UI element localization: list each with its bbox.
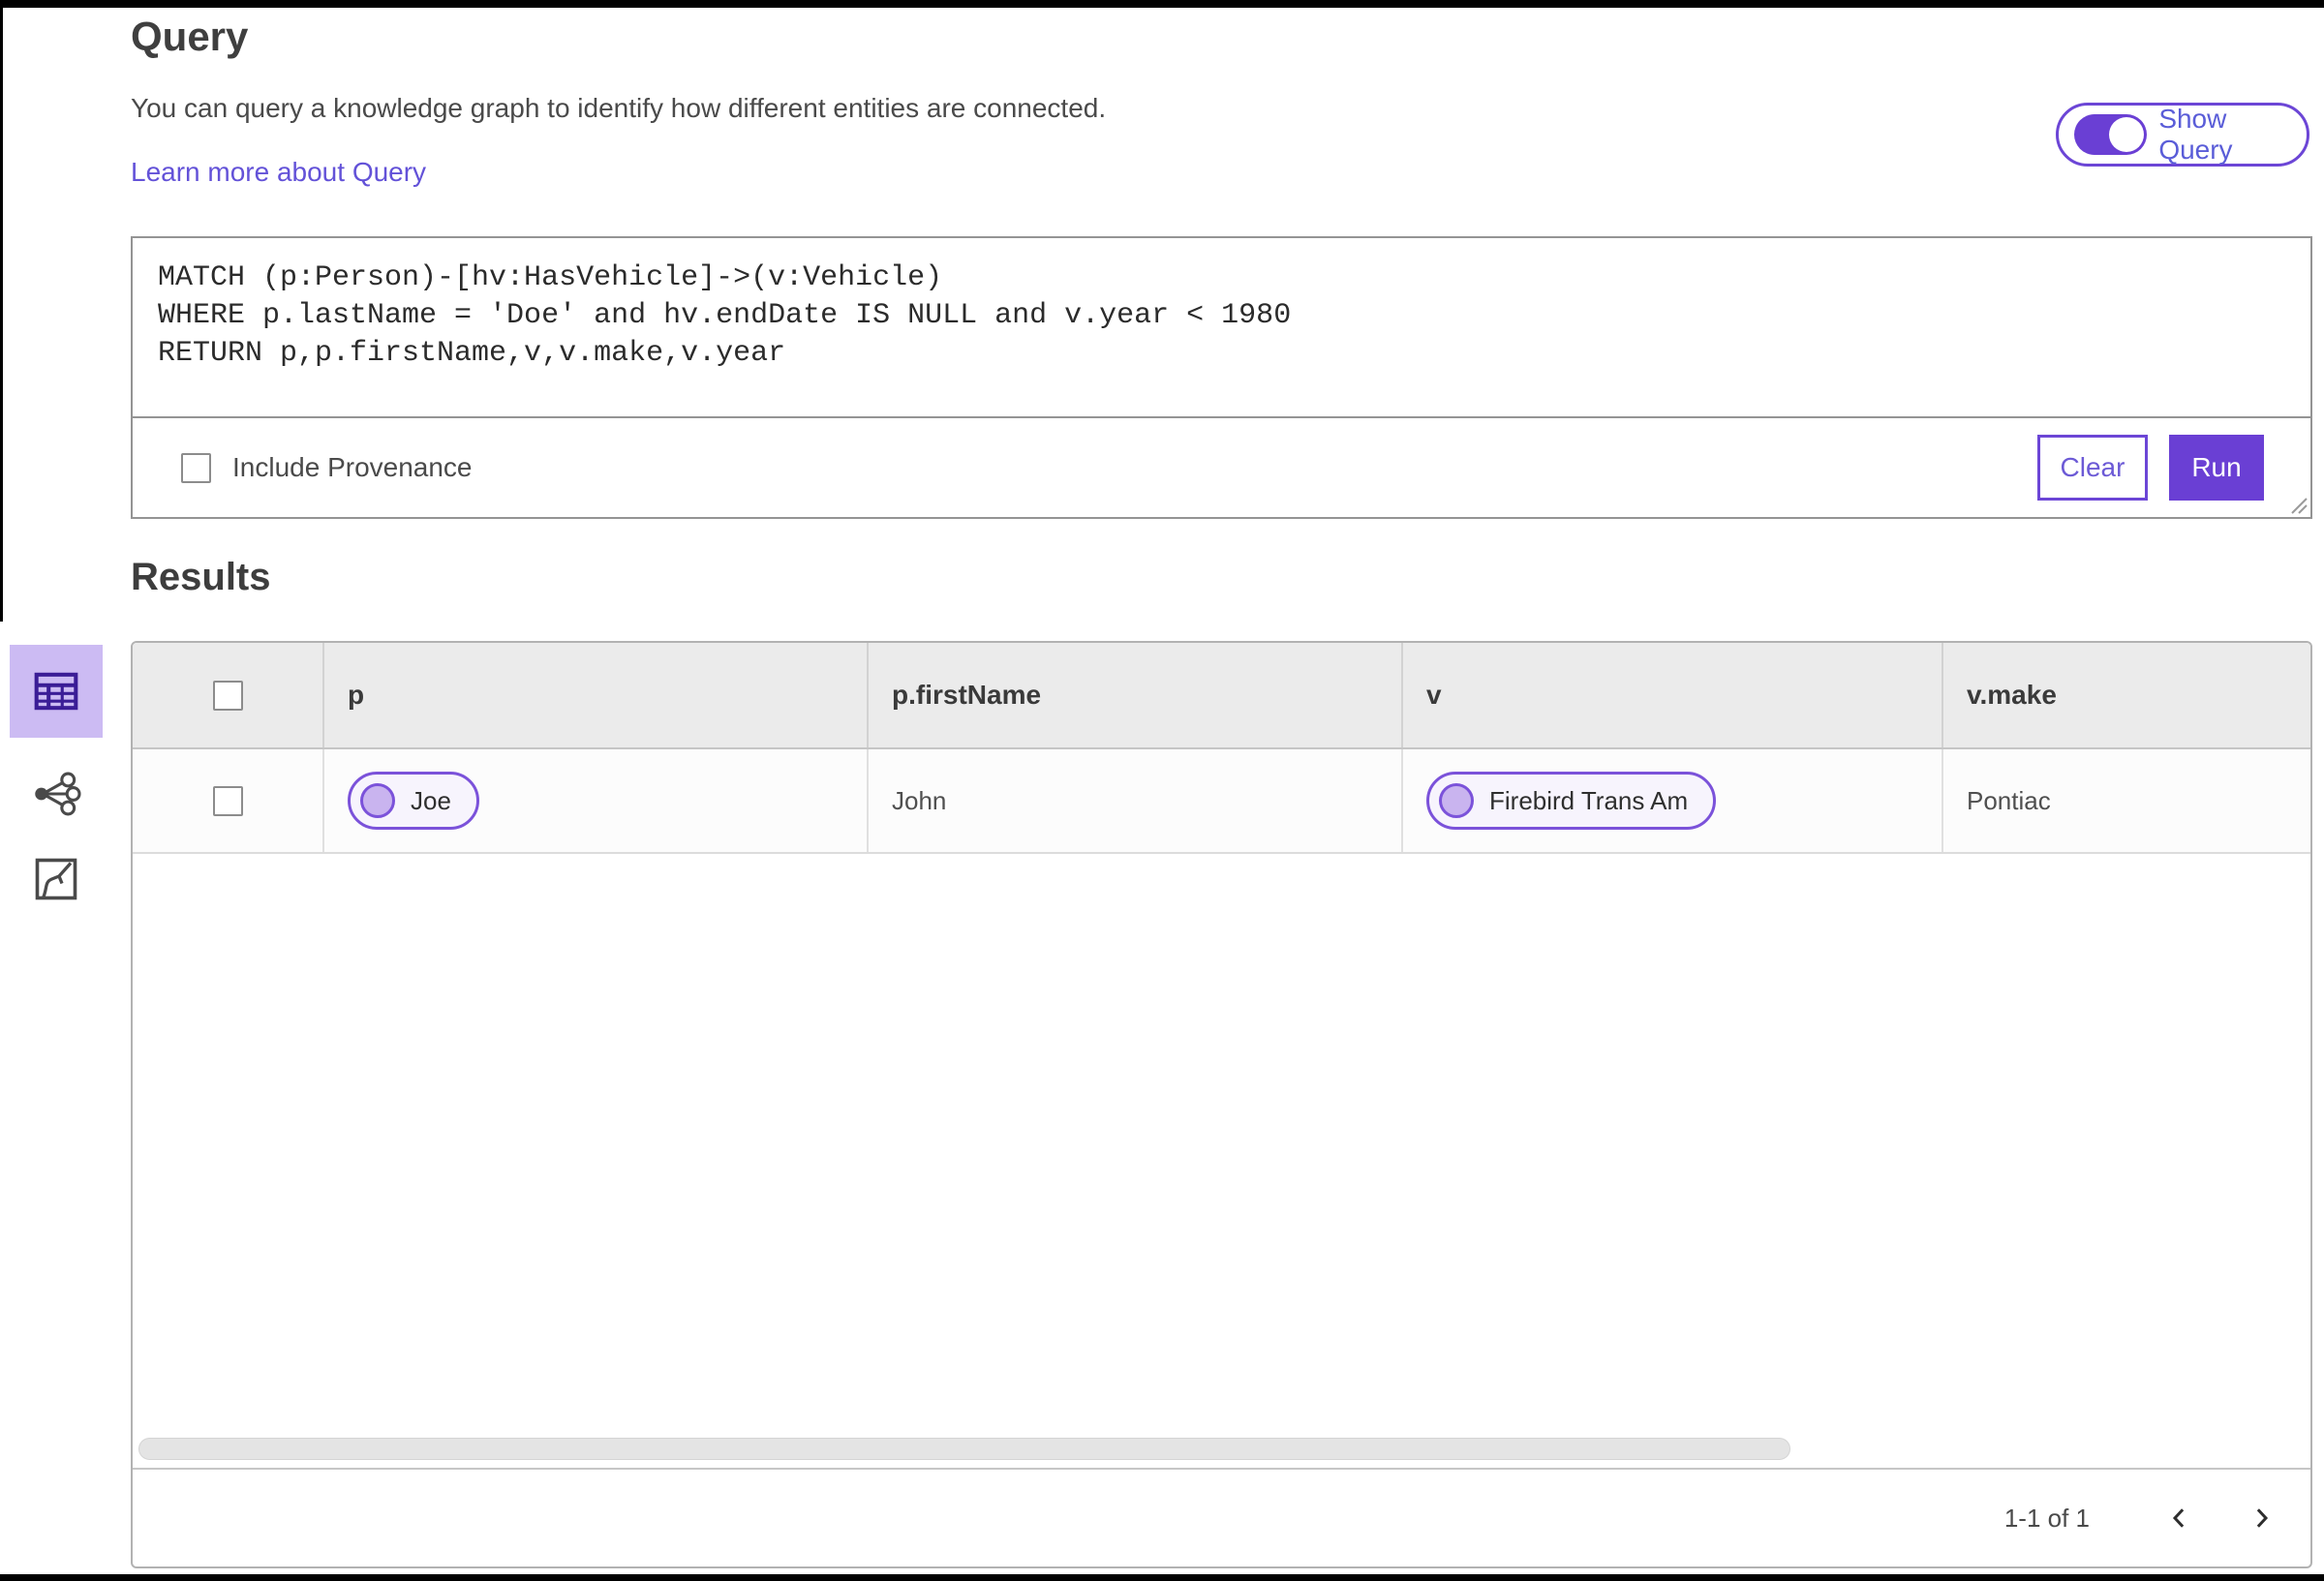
query-editor-footer: Include Provenance Clear Run bbox=[133, 418, 2310, 517]
table-pagination-bar: 1-1 of 1 bbox=[133, 1468, 2310, 1566]
query-description: You can query a knowledge graph to ident… bbox=[131, 93, 1107, 123]
table-header-row: p p.firstName v v.make bbox=[133, 643, 2310, 749]
entity-avatar bbox=[360, 783, 395, 818]
window-frame-left bbox=[0, 0, 3, 622]
network-icon bbox=[35, 772, 81, 816]
include-provenance-label: Include Provenance bbox=[232, 452, 473, 482]
sidebar-item-map-view[interactable] bbox=[29, 852, 83, 906]
entity-chip-label: Joe bbox=[411, 785, 451, 815]
query-textarea[interactable]: MATCH (p:Person)-[hv:HasVehicle]->(v:Veh… bbox=[133, 238, 2310, 418]
table-row: Joe John Firebird Trans Am Pontiac bbox=[133, 749, 2310, 854]
chevron-right-icon bbox=[2256, 1508, 2269, 1528]
pagination-range: 1-1 of 1 bbox=[2003, 1503, 2090, 1533]
table-icon bbox=[34, 672, 78, 711]
select-all-checkbox[interactable] bbox=[212, 680, 243, 711]
column-header-v-make[interactable]: v.make bbox=[1943, 643, 2310, 747]
row-select-cell bbox=[133, 749, 324, 852]
results-table: p p.firstName v v.make Joe John Firebird… bbox=[131, 641, 2312, 1568]
run-button[interactable]: Run bbox=[2169, 435, 2264, 501]
results-title: Results bbox=[131, 556, 271, 598]
select-all-cell bbox=[133, 643, 324, 747]
table-body-empty-area bbox=[133, 854, 2310, 1468]
row-checkbox[interactable] bbox=[212, 785, 243, 816]
column-header-p-firstname[interactable]: p.firstName bbox=[869, 643, 1403, 747]
toggle-switch-icon[interactable] bbox=[2074, 114, 2148, 155]
cell-p-firstname: John bbox=[869, 749, 1403, 852]
entity-chip-person[interactable]: Joe bbox=[348, 772, 479, 830]
query-editor-panel: MATCH (p:Person)-[hv:HasVehicle]->(v:Veh… bbox=[131, 236, 2312, 519]
clear-button[interactable]: Clear bbox=[2037, 435, 2148, 501]
next-page-button[interactable] bbox=[2239, 1496, 2283, 1540]
chevron-left-icon bbox=[2172, 1508, 2185, 1528]
cell-p: Joe bbox=[324, 749, 869, 852]
entity-chip-vehicle[interactable]: Firebird Trans Am bbox=[1426, 772, 1717, 830]
sidebar-item-table-view[interactable] bbox=[10, 645, 103, 738]
window-frame-bottom bbox=[0, 1574, 2324, 1581]
prev-page-button[interactable] bbox=[2157, 1496, 2202, 1540]
include-provenance-checkbox[interactable] bbox=[181, 452, 211, 483]
map-icon bbox=[35, 858, 77, 900]
window-frame-top bbox=[0, 0, 2324, 8]
cell-v: Firebird Trans Am bbox=[1403, 749, 1943, 852]
horizontal-scrollbar-thumb[interactable] bbox=[138, 1438, 1790, 1460]
column-header-v[interactable]: v bbox=[1403, 643, 1943, 747]
show-query-label: Show Query bbox=[2158, 104, 2233, 165]
show-query-toggle[interactable]: Show Query bbox=[2056, 103, 2309, 167]
resize-grip-icon[interactable] bbox=[2286, 493, 2308, 514]
column-header-p[interactable]: p bbox=[324, 643, 869, 747]
learn-more-link[interactable]: Learn more about Query bbox=[131, 157, 426, 188]
entity-avatar bbox=[1439, 783, 1474, 818]
sidebar-item-graph-view[interactable] bbox=[27, 767, 85, 821]
entity-chip-label: Firebird Trans Am bbox=[1489, 785, 1689, 815]
page-title: Query bbox=[131, 14, 249, 59]
toggle-knob bbox=[2109, 117, 2145, 152]
cell-v-make: Pontiac bbox=[1967, 785, 2051, 815]
